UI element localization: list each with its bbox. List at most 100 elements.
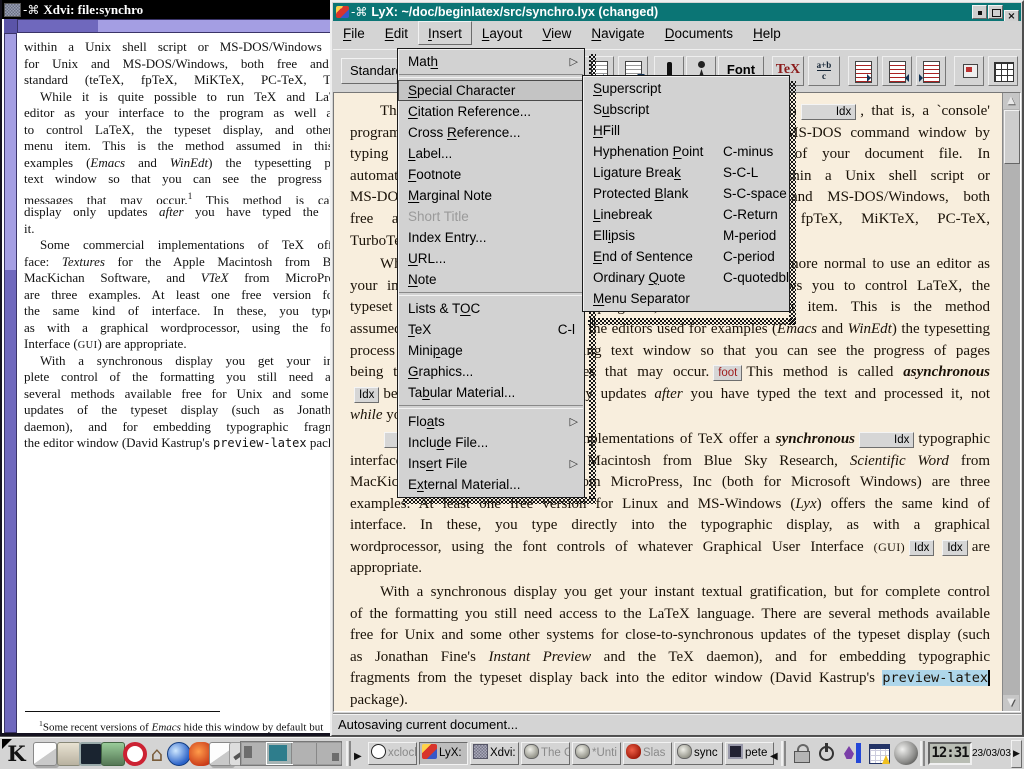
panel-hide-button[interactable]: ▶ — [1011, 740, 1022, 768]
document-scrollbar[interactable]: ▲ ▼ — [1002, 93, 1020, 711]
insert-menu-item-math[interactable]: Math▷ — [398, 51, 584, 72]
special-menu-item-protected-blank[interactable]: Protected BlankS-C-space — [583, 183, 789, 204]
power-icon[interactable] — [816, 742, 838, 764]
special-menu-item-ligature-break[interactable]: Ligature BreakS-C-L — [583, 162, 789, 183]
index-inset[interactable]: Idx — [909, 540, 934, 556]
k-menu-button[interactable]: K — [3, 740, 30, 767]
xdvi-horizontal-scrollbar[interactable] — [17, 19, 335, 33]
task-button-unti[interactable]: *Unti — [572, 742, 621, 765]
insert-menu-item-tabular-material[interactable]: Tabular Material... — [398, 382, 584, 403]
task-button-xdvi[interactable]: Xdvi: — [470, 742, 519, 765]
menubar-item-help[interactable]: Help — [743, 21, 791, 45]
index-inset[interactable]: Idx — [801, 104, 856, 120]
insert-menu-item-graphics[interactable]: Graphics... — [398, 361, 584, 382]
insert-menu-item-short-title[interactable]: Short Title — [398, 206, 584, 227]
close-button[interactable]: × — [1004, 10, 1019, 21]
toolbar-change-depth-icon[interactable] — [916, 56, 946, 86]
index-inset[interactable]: Idx — [354, 387, 379, 403]
footnote-inset[interactable]: foot — [713, 365, 742, 381]
minimize-button[interactable] — [972, 5, 987, 19]
panel-handle[interactable] — [346, 741, 351, 766]
lock-icon[interactable] — [790, 742, 812, 764]
help-icon[interactable] — [123, 742, 147, 766]
toolbar-insert-margin-icon[interactable] — [882, 56, 912, 86]
kcontrol-icon[interactable] — [101, 742, 125, 766]
browser-icon[interactable] — [167, 742, 191, 766]
insert-menu-item-note[interactable]: Note — [398, 269, 584, 290]
scroll-down-icon[interactable]: ▼ — [1003, 695, 1019, 711]
panel-clock[interactable]: 12:31 — [928, 742, 972, 765]
special-menu-item-end-of-sentence[interactable]: End of SentenceC-period — [583, 246, 789, 267]
task-button-slas[interactable]: Slas — [623, 742, 672, 765]
desktop-pager[interactable] — [240, 741, 342, 766]
menubar-item-edit[interactable]: Edit — [375, 21, 418, 45]
insert-menu-item-minipage[interactable]: Minipage — [398, 340, 584, 361]
toolbar-insert-table-icon[interactable] — [988, 56, 1018, 86]
xdvi-vscroll-thumb[interactable] — [5, 34, 16, 270]
terminal-icon[interactable] — [79, 742, 103, 766]
text-run: plete control of the formatting you stil… — [24, 369, 335, 384]
index-inset[interactable]: Idx — [942, 540, 967, 556]
toolbar-insert-figure-icon[interactable] — [954, 56, 984, 86]
insert-menu-item-footnote[interactable]: Footnote — [398, 164, 584, 185]
gnu-icon — [677, 744, 692, 759]
insert-menu-item-cross-reference[interactable]: Cross Reference... — [398, 122, 584, 143]
panel-handle[interactable] — [920, 741, 925, 766]
maximize-button[interactable] — [988, 5, 1003, 19]
toolbar-math-mode-icon[interactable]: a+bc — [808, 56, 840, 86]
taskbar-scroll-right-icon[interactable]: ▶ — [354, 749, 362, 765]
task-button-lyx[interactable]: LyX: — [419, 742, 468, 765]
papers-icon[interactable] — [33, 742, 57, 766]
klipper-icon[interactable] — [842, 742, 864, 764]
menubar-item-layout[interactable]: Layout — [472, 21, 533, 45]
menubar-item-navigate[interactable]: Navigate — [581, 21, 654, 45]
insert-menu-item-citation-reference[interactable]: Citation Reference... — [398, 101, 584, 122]
xdvi-titlebar[interactable]: -⌘Xdvi: file:synchro — [2, 0, 335, 19]
task-button-xclock[interactable]: xclock — [368, 742, 417, 765]
taskbar-scroll-left-icon[interactable]: ◀ — [770, 749, 778, 765]
toolbar-insert-footnote-icon[interactable] — [848, 56, 878, 86]
insert-menu-item-tex[interactable]: TeXC-l — [398, 319, 584, 340]
menubar-item-documents[interactable]: Documents — [655, 21, 743, 45]
insert-menu-item-index-entry[interactable]: Index Entry... — [398, 227, 584, 248]
task-button-sync[interactable]: sync — [674, 742, 723, 765]
xdvi-vertical-scrollbar[interactable] — [4, 33, 17, 733]
pager-desktop-4[interactable] — [317, 743, 342, 764]
home-icon[interactable]: ⌂ — [145, 742, 169, 766]
index-inset[interactable]: Idx — [859, 432, 914, 448]
panel-handle[interactable] — [781, 741, 786, 766]
insert-menu-item-external-material[interactable]: External Material... — [398, 474, 584, 495]
special-menu-item-superscript[interactable]: Superscript — [583, 78, 789, 99]
pager-desktop-3[interactable] — [292, 743, 317, 764]
insert-menu-item-label[interactable]: Label... — [398, 143, 584, 164]
special-menu-item-hyphenation-point[interactable]: Hyphenation PointC-minus — [583, 141, 789, 162]
special-menu-item-subscript[interactable]: Subscript — [583, 99, 789, 120]
insert-menu-item-url[interactable]: URL... — [398, 248, 584, 269]
special-menu-item-hfill[interactable]: HFill — [583, 120, 789, 141]
insert-menu-item-floats[interactable]: Floats▷ — [398, 411, 584, 432]
menubar-item-file[interactable]: File — [333, 21, 375, 45]
insert-menu-item-lists-toc[interactable]: Lists & TOC — [398, 298, 584, 319]
pager-desktop-2[interactable] — [267, 743, 292, 764]
panel-date[interactable]: 23/03/03 — [972, 742, 1010, 765]
moon-icon[interactable] — [894, 741, 918, 765]
insert-menu-item-include-file[interactable]: Include File... — [398, 432, 584, 453]
task-button-the-g[interactable]: The G — [521, 742, 570, 765]
insert-menu-item-special-character[interactable]: Special Character — [398, 80, 584, 101]
desktop-icon[interactable] — [57, 742, 81, 766]
special-menu-item-ordinary-quote[interactable]: Ordinary QuoteC-quotedbl — [583, 267, 789, 288]
scroll-up-icon[interactable]: ▲ — [1003, 93, 1019, 109]
insert-menu-item-insert-file[interactable]: Insert File▷ — [398, 453, 584, 474]
special-menu-item-ellipsis[interactable]: EllipsisM-period — [583, 225, 789, 246]
lyx-titlebar[interactable]: -⌘LyX: ~/doc/beginlatex/src/synchro.lyx … — [333, 3, 1021, 21]
xdvi-hscroll-thumb[interactable] — [98, 20, 336, 32]
menubar-item-view[interactable]: View — [532, 21, 581, 45]
pager-desktop-1[interactable] — [242, 743, 267, 764]
organizer-icon[interactable] — [868, 742, 890, 764]
special-menu-item-menu-separator[interactable]: Menu Separator — [583, 288, 789, 309]
insert-menu-item-marginal-note[interactable]: Marginal Note — [398, 185, 584, 206]
menubar-item-insert[interactable]: Insert — [418, 21, 472, 45]
special-menu-item-linebreak[interactable]: LinebreakC-Return — [583, 204, 789, 225]
document-scroll-thumb[interactable] — [1004, 110, 1020, 164]
task-button-pete[interactable]: pete — [725, 742, 774, 765]
